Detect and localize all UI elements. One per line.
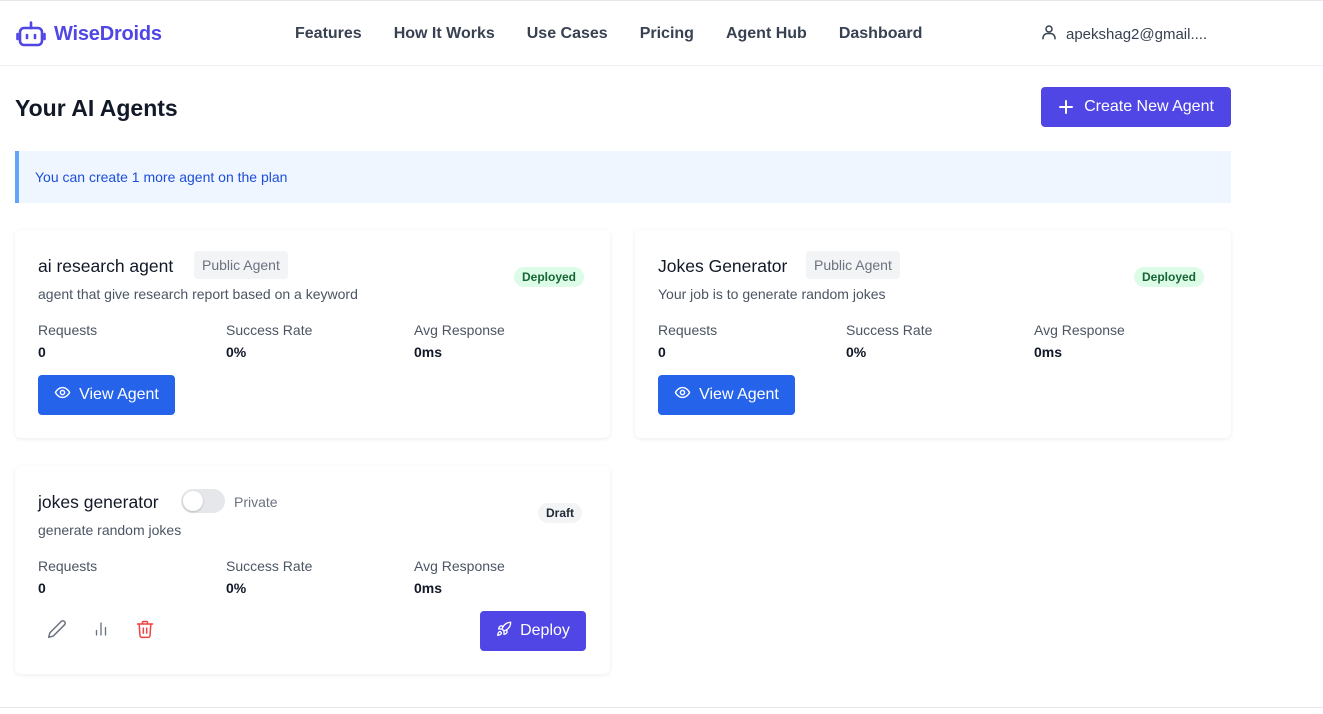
view-agent-button[interactable]: View Agent [658, 375, 795, 415]
metric-success-rate: Success Rate 0% [226, 322, 312, 360]
metric-label: Avg Response [1034, 322, 1125, 338]
brand-name: WiseDroids [54, 22, 162, 45]
pencil-icon [47, 619, 67, 644]
metric-label: Avg Response [414, 322, 505, 338]
metric-label: Avg Response [414, 558, 505, 574]
plus-icon [1058, 99, 1074, 115]
metric-requests: Requests 0 [38, 322, 97, 360]
page-title: Your AI Agents [15, 95, 178, 121]
metric-value: 0ms [1034, 344, 1063, 360]
view-agent-label: View Agent [79, 386, 159, 403]
visibility-badge: Public Agent [194, 251, 288, 279]
visibility-badge: Public Agent [806, 251, 900, 279]
deploy-label: Deploy [520, 622, 570, 639]
visibility-toggle[interactable] [181, 489, 225, 513]
top-navbar: WiseDroids Features How It Works Use Cas… [0, 0, 1323, 66]
agent-name: ai research agent [38, 256, 174, 276]
metric-success-rate: Success Rate 0% [846, 322, 932, 360]
metric-value: 0% [226, 344, 247, 360]
agent-card: jokes generator Draft generate random jo… [15, 466, 610, 674]
user-email: apekshag2@gmail.... [1066, 26, 1208, 43]
metric-label: Requests [38, 558, 98, 574]
create-new-agent-button[interactable]: Create New Agent [1041, 87, 1231, 127]
nav-how-it-works[interactable]: How It Works [394, 25, 495, 43]
metric-value: 0 [658, 344, 666, 360]
metric-label: Success Rate [226, 558, 313, 574]
deploy-button[interactable]: Deploy [480, 611, 586, 651]
metric-label: Success Rate [846, 322, 933, 338]
page-divider [0, 707, 1323, 708]
metric-value: 0% [846, 344, 867, 360]
metric-value: 0ms [414, 580, 443, 596]
nav-agent-hub[interactable]: Agent Hub [726, 25, 807, 43]
metric-avg-response: Avg Response 0ms [414, 322, 505, 360]
metric-value: 0 [38, 580, 46, 596]
metric-avg-response: Avg Response 0ms [414, 558, 505, 596]
agent-card: Jokes Generator Public Agent Deployed Yo… [635, 230, 1231, 438]
analytics-button[interactable] [89, 619, 113, 643]
status-badge: Draft [538, 503, 583, 523]
edit-button[interactable] [45, 619, 69, 643]
view-agent-button[interactable]: View Agent [38, 375, 175, 415]
agent-description: Your job is to generate random jokes [658, 286, 886, 302]
eye-icon [674, 384, 691, 406]
metric-success-rate: Success Rate 0% [226, 558, 312, 596]
user-icon [1040, 23, 1058, 46]
trash-icon [135, 619, 155, 644]
agent-name: Jokes Generator [658, 256, 788, 276]
eye-icon [54, 384, 71, 406]
metric-label: Requests [658, 322, 718, 338]
visibility-toggle-label: Private [234, 494, 278, 510]
metric-avg-response: Avg Response 0ms [1034, 322, 1125, 360]
view-agent-label: View Agent [699, 386, 779, 403]
plan-notice: You can create 1 more agent on the plan [15, 151, 1231, 203]
nav-features[interactable]: Features [295, 25, 362, 43]
plan-notice-text: You can create 1 more agent on the plan [35, 169, 288, 185]
brand-logo[interactable]: WiseDroids [16, 21, 162, 47]
nav-pricing[interactable]: Pricing [640, 25, 694, 43]
metric-value: 0 [38, 344, 46, 360]
agent-description: generate random jokes [38, 522, 182, 538]
metric-value: 0ms [414, 344, 443, 360]
nav-use-cases[interactable]: Use Cases [527, 25, 608, 43]
nav-dashboard[interactable]: Dashboard [839, 25, 923, 43]
delete-button[interactable] [133, 619, 157, 643]
user-menu[interactable]: apekshag2@gmail.... [1040, 23, 1207, 46]
rocket-icon [496, 621, 512, 642]
status-badge: Deployed [1134, 267, 1205, 287]
agent-card: ai research agent Public Agent Deployed … [15, 230, 610, 438]
bar-chart-icon [92, 620, 110, 643]
toggle-knob [183, 491, 203, 511]
metric-requests: Requests 0 [38, 558, 97, 596]
metric-label: Success Rate [226, 322, 313, 338]
main-nav: Features How It Works Use Cases Pricing … [295, 25, 922, 43]
agent-name: jokes generator [38, 492, 159, 512]
status-badge: Deployed [514, 267, 585, 287]
robot-icon [16, 21, 46, 47]
create-new-agent-label: Create New Agent [1084, 98, 1214, 115]
agent-description: agent that give research report based on… [38, 286, 358, 302]
metric-label: Requests [38, 322, 98, 338]
metric-requests: Requests 0 [658, 322, 717, 360]
metric-value: 0% [226, 580, 247, 596]
